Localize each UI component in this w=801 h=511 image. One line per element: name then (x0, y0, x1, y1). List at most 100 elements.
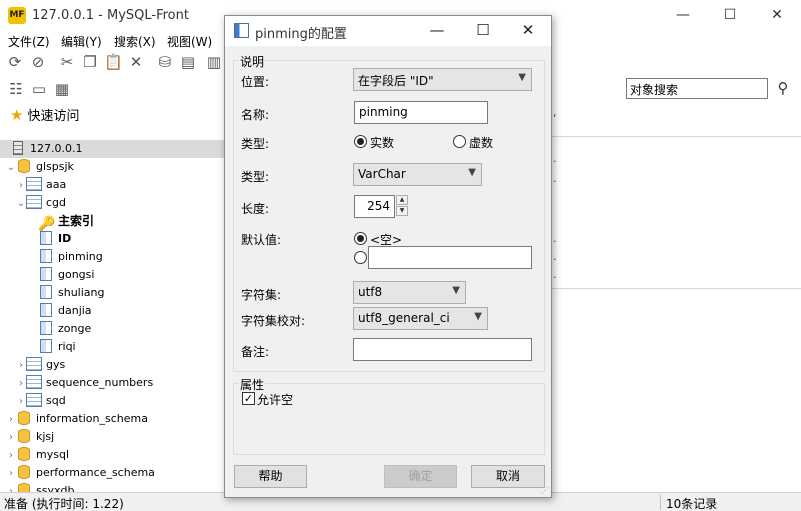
tree-item-database[interactable]: ⌄ glspsjk (6, 158, 74, 176)
tree-item-label: danjia (58, 304, 92, 317)
kind-label: 类型: (241, 137, 270, 151)
stop-icon[interactable]: ⊘ (29, 53, 47, 71)
chevron-right-icon[interactable]: › (6, 429, 16, 447)
virtual-radio[interactable] (453, 135, 466, 148)
column-tool-icon[interactable]: ▥ (205, 53, 223, 71)
tree-item-label: ID (58, 232, 72, 245)
filter-icon[interactable]: ▦ (53, 80, 71, 98)
menu-view[interactable]: 视图(W) (167, 33, 212, 50)
paste-icon[interactable]: 📋 (104, 53, 123, 71)
database-tool-icon[interactable]: ⛁ (156, 53, 174, 71)
menu-search[interactable]: 搜索(X) (114, 33, 156, 50)
length-input[interactable]: 254 (354, 195, 395, 218)
tree-item-column[interactable]: zonge (38, 320, 91, 338)
menu-edit[interactable]: 编辑(Y) (61, 33, 102, 50)
row-divider (551, 136, 801, 137)
menu-file[interactable]: 文件(Z) (8, 33, 50, 50)
tree-item-database[interactable]: › information_schema (6, 410, 148, 428)
tree-item-database[interactable]: › performance_schema (6, 464, 155, 482)
spin-up-icon[interactable]: ▲ (396, 195, 408, 205)
dialog-maximize-button[interactable]: ☐ (460, 16, 506, 46)
tree-item-database[interactable]: › ssyxdb (6, 482, 74, 492)
real-radio-label[interactable]: 实数 (370, 134, 394, 151)
comment-input[interactable] (353, 338, 532, 361)
chevron-right-icon[interactable]: › (16, 393, 26, 411)
tree-item-table[interactable]: › gys (16, 356, 65, 374)
delete-icon[interactable]: ✕ (127, 53, 145, 71)
divider (660, 495, 661, 510)
chevron-right-icon[interactable]: › (16, 357, 26, 375)
collation-select[interactable]: utf8_general_ci ▼ (353, 307, 488, 330)
type-select[interactable]: VarChar ▼ (353, 163, 482, 186)
length-label: 长度: (241, 202, 270, 216)
position-select[interactable]: 在字段后 "ID" ▼ (353, 68, 532, 91)
tree-item-database[interactable]: › mysql (6, 446, 69, 464)
resize-grip-icon[interactable]: ⋰ (541, 486, 549, 495)
minimize-button[interactable]: — (660, 0, 706, 31)
column-icon (40, 303, 52, 317)
tree-item-column[interactable]: pinming (38, 248, 103, 266)
dialog-close-button[interactable]: ✕ (505, 16, 551, 46)
refresh-icon[interactable]: ⟳ (6, 53, 24, 71)
field-config-dialog: pinming的配置 — ☐ ✕ 说明 位置: 在字段后 "ID" ▼ 名称: p… (224, 15, 552, 498)
cut-icon[interactable]: ✂ (58, 53, 76, 71)
tree-item-database[interactable]: › kjsj (6, 428, 54, 446)
cancel-button[interactable]: 取消 (471, 465, 545, 488)
real-radio[interactable] (354, 135, 367, 148)
database-icon (18, 411, 30, 425)
tree-item-column[interactable]: danjia (38, 302, 92, 320)
tree-item-column[interactable]: riqi (38, 338, 76, 356)
comment-label: 备注: (241, 345, 270, 359)
table-tool-icon[interactable]: ▤ (179, 53, 197, 71)
list-view-icon[interactable]: ▭ (30, 80, 48, 98)
tree-item-table[interactable]: ⌄ cgd (16, 194, 66, 212)
chevron-down-icon[interactable]: ⌄ (6, 159, 16, 177)
dialog-minimize-button[interactable]: — (414, 16, 460, 46)
server-icon (13, 141, 23, 155)
chevron-right-icon[interactable]: › (6, 465, 16, 483)
column-icon (40, 267, 52, 281)
chevron-down-icon: ▼ (452, 285, 460, 296)
cell-text: . (553, 232, 557, 245)
ok-button[interactable]: 确定 (384, 465, 457, 488)
tree-item-label: shuliang (58, 286, 105, 299)
maximize-button[interactable]: ☐ (707, 0, 753, 31)
default-value-input[interactable] (368, 246, 532, 269)
chevron-right-icon[interactable]: › (6, 411, 16, 429)
default-value-radio[interactable] (354, 251, 367, 264)
tree-view-icon[interactable]: ☷ (7, 80, 25, 98)
tree-item-index[interactable]: 🔑 主索引 (38, 212, 94, 231)
column-icon (40, 339, 52, 353)
object-search-input[interactable]: 对象搜索 (626, 78, 768, 99)
nullable-checkbox[interactable]: ✓ (242, 392, 255, 405)
tree-item-table[interactable]: › aaa (16, 176, 66, 194)
tree-item-table[interactable]: › sequence_numbers (16, 374, 153, 392)
table-icon (26, 357, 42, 371)
close-button[interactable]: ✕ (754, 0, 800, 31)
tree-item-table[interactable]: › sqd (16, 392, 66, 410)
search-icon[interactable]: ⚲ (772, 78, 794, 99)
quick-access[interactable]: ★ 快速访问 (10, 105, 79, 125)
tree-item-column[interactable]: shuliang (38, 284, 104, 302)
chevron-right-icon[interactable]: › (6, 483, 16, 492)
chevron-right-icon[interactable]: › (16, 177, 26, 195)
help-button[interactable]: 帮助 (234, 465, 307, 488)
nullable-label[interactable]: 允许空 (257, 391, 293, 408)
spin-down-icon[interactable]: ▼ (396, 206, 408, 216)
tree-item-server[interactable]: 127.0.0.1 (0, 140, 225, 158)
tree-item-label: pinming (58, 250, 103, 263)
chevron-right-icon[interactable]: › (16, 375, 26, 393)
position-label: 位置: (241, 75, 270, 89)
tree-item-column[interactable]: ID (38, 230, 71, 248)
cell-text: . (553, 172, 557, 185)
copy-icon[interactable]: ❐ (81, 53, 99, 71)
tree-item-label: glspsjk (36, 160, 74, 173)
default-null-radio[interactable] (354, 232, 367, 245)
dialog-titlebar[interactable]: pinming的配置 — ☐ ✕ (225, 16, 551, 46)
chevron-right-icon[interactable]: › (6, 447, 16, 465)
tree-item-column[interactable]: gongsi (38, 266, 94, 284)
virtual-radio-label[interactable]: 虚数 (469, 134, 493, 151)
name-input[interactable]: pinming (354, 101, 488, 124)
chevron-down-icon[interactable]: ⌄ (16, 195, 26, 213)
charset-select[interactable]: utf8 ▼ (353, 281, 466, 304)
